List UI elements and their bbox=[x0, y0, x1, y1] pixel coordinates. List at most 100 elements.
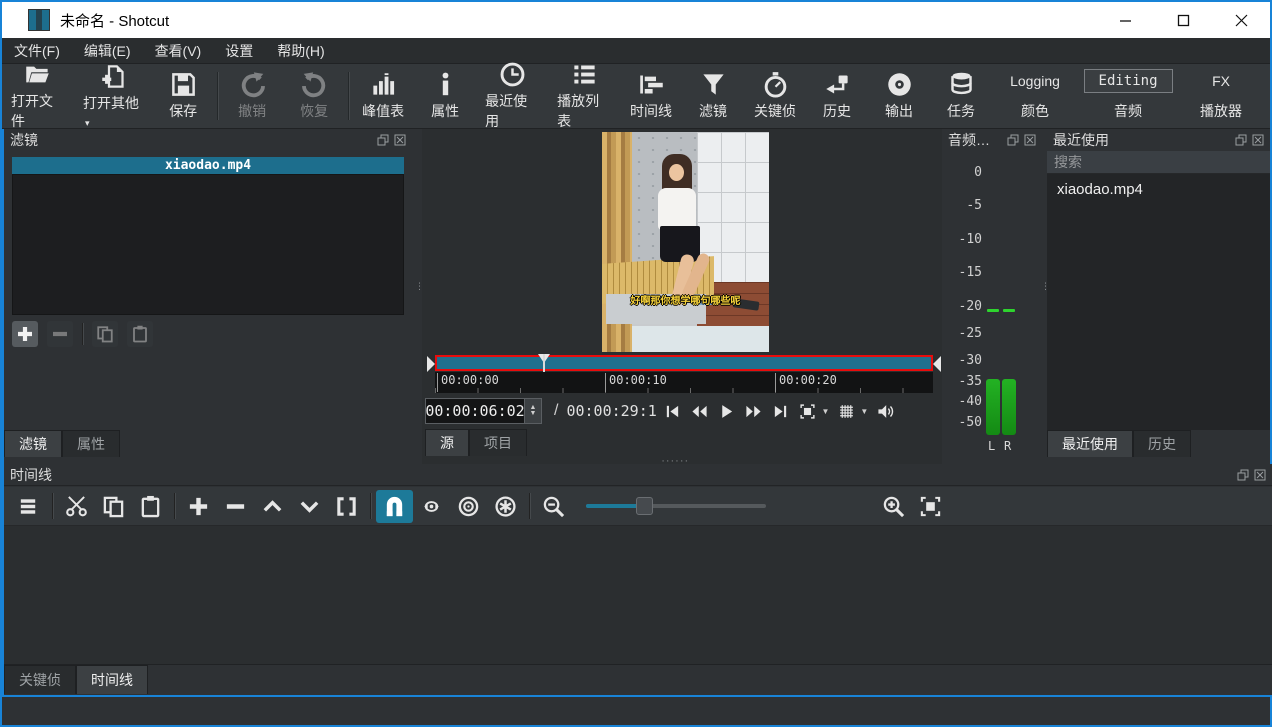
tab-project[interactable]: 项目 bbox=[469, 429, 527, 456]
layout-logging-button[interactable]: Logging bbox=[996, 70, 1074, 92]
plus-icon bbox=[17, 326, 33, 342]
paste-filters-button[interactable] bbox=[127, 321, 153, 347]
grid-button[interactable] bbox=[833, 398, 860, 424]
keyframes-button[interactable]: 关键侦 bbox=[744, 67, 806, 125]
tab-history[interactable]: 历史 bbox=[1133, 430, 1191, 457]
fast-forward-button[interactable] bbox=[740, 398, 767, 424]
skip-to-end-button[interactable] bbox=[767, 398, 794, 424]
search-input[interactable]: 搜索 bbox=[1047, 151, 1270, 174]
open-file-button[interactable]: 打开文件 bbox=[2, 57, 74, 135]
menu-view[interactable]: 查看(V) bbox=[143, 38, 214, 63]
close-panel-icon[interactable] bbox=[394, 134, 406, 146]
slider-handle[interactable] bbox=[636, 497, 653, 515]
open-other-button[interactable]: 打开其他▾ bbox=[74, 59, 152, 133]
menu-settings[interactable]: 设置 bbox=[213, 38, 265, 63]
meter-bar-left bbox=[986, 379, 1000, 435]
zoom-fit-player-button[interactable] bbox=[794, 398, 821, 424]
timeline-zoom-slider[interactable] bbox=[586, 504, 766, 508]
ripple-all-tracks-toggle[interactable] bbox=[487, 490, 524, 523]
scrub-while-dragging-toggle[interactable] bbox=[413, 490, 450, 523]
append-button[interactable] bbox=[180, 490, 217, 523]
snap-toggle[interactable] bbox=[376, 490, 413, 523]
app-icon bbox=[28, 9, 50, 31]
recent-button[interactable]: 最近使用 bbox=[476, 57, 548, 135]
history-button[interactable]: 历史 bbox=[806, 67, 868, 125]
ripple-toggle[interactable] bbox=[450, 490, 487, 523]
paste-button[interactable] bbox=[132, 490, 169, 523]
zoom-in-button[interactable] bbox=[875, 490, 912, 523]
player-time-ruler[interactable]: 00:00:00 00:00:10 00:00:20 bbox=[435, 372, 933, 393]
overwrite-button[interactable] bbox=[291, 490, 328, 523]
video-preview[interactable]: 好啊那你想学哪句哪些呢 bbox=[602, 132, 769, 352]
close-panel-icon[interactable] bbox=[1024, 134, 1036, 146]
skip-to-start-button[interactable] bbox=[659, 398, 686, 424]
playlist-button[interactable]: 播放列表 bbox=[548, 57, 620, 135]
position-timecode-input[interactable]: 00:00:06:02 bbox=[425, 398, 525, 424]
ripple-delete-button[interactable] bbox=[217, 490, 254, 523]
jobs-button[interactable]: 任务 bbox=[930, 67, 992, 125]
menu-help[interactable]: 帮助(H) bbox=[265, 38, 336, 63]
cut-button[interactable] bbox=[58, 490, 95, 523]
undo-button[interactable]: 撤销 bbox=[221, 67, 283, 125]
minimize-button[interactable] bbox=[1096, 2, 1154, 38]
float-panel-icon[interactable] bbox=[377, 134, 389, 146]
timeline-button[interactable]: 时间线 bbox=[620, 67, 682, 125]
tab-source[interactable]: 源 bbox=[425, 429, 469, 456]
filters-button[interactable]: 滤镜 bbox=[682, 67, 744, 125]
timecode-spinner[interactable]: ▲▼ bbox=[525, 398, 542, 424]
float-panel-icon[interactable] bbox=[1237, 469, 1249, 481]
db-label: -50 bbox=[942, 415, 982, 430]
redo-button[interactable]: 恢复 bbox=[283, 67, 345, 125]
filter-list[interactable] bbox=[12, 174, 404, 315]
timeline-menu-button[interactable] bbox=[10, 490, 47, 523]
zoom-out-button[interactable] bbox=[535, 490, 572, 523]
list-item[interactable]: xiaodao.mp4 bbox=[1047, 174, 1270, 205]
peak-meter-button[interactable]: 峰值表 bbox=[352, 67, 414, 125]
volume-button[interactable] bbox=[872, 398, 899, 424]
save-button[interactable]: 保存 bbox=[152, 67, 214, 125]
playhead[interactable] bbox=[538, 354, 550, 363]
maximize-button[interactable] bbox=[1154, 2, 1212, 38]
undo-icon bbox=[239, 71, 266, 98]
split-button[interactable] bbox=[328, 490, 365, 523]
splitter-left[interactable]: ⋮ bbox=[412, 129, 422, 464]
tab-properties[interactable]: 属性 bbox=[62, 430, 120, 457]
layout-player-button[interactable]: 播放器 bbox=[1186, 98, 1256, 124]
tab-recent[interactable]: 最近使用 bbox=[1047, 430, 1133, 457]
tab-timeline[interactable]: 时间线 bbox=[76, 665, 148, 694]
play-button[interactable] bbox=[713, 398, 740, 424]
ruler-label: 00:00:10 bbox=[605, 373, 667, 392]
grid-dropdown-arrow-icon[interactable]: ▼ bbox=[860, 407, 868, 416]
player-scrubber[interactable] bbox=[435, 355, 933, 371]
copy-button[interactable] bbox=[95, 490, 132, 523]
layout-fx-button[interactable]: FX bbox=[1198, 70, 1244, 92]
tab-filters[interactable]: 滤镜 bbox=[4, 430, 62, 457]
hamburger-menu-icon bbox=[17, 495, 40, 518]
close-panel-icon[interactable] bbox=[1254, 469, 1266, 481]
copy-icon bbox=[102, 495, 125, 518]
layout-editing-button[interactable]: Editing bbox=[1084, 69, 1173, 93]
trim-out-handle[interactable] bbox=[933, 356, 941, 372]
copy-filters-button[interactable] bbox=[92, 321, 118, 347]
meter-bar-right bbox=[1002, 379, 1016, 435]
zoom-dropdown-arrow-icon[interactable]: ▼ bbox=[821, 407, 829, 416]
timeline-tracks-area[interactable] bbox=[4, 526, 1272, 664]
add-filter-button[interactable] bbox=[12, 321, 38, 347]
toolbar-separator bbox=[174, 493, 175, 519]
bottom-tab-bar: 关键侦 时间线 bbox=[4, 664, 1272, 697]
layout-color-button[interactable]: 颜色 bbox=[1007, 98, 1063, 124]
rewind-button[interactable] bbox=[686, 398, 713, 424]
layout-audio-button[interactable]: 音频 bbox=[1100, 98, 1156, 124]
close-panel-icon[interactable] bbox=[1252, 134, 1264, 146]
lift-button[interactable] bbox=[254, 490, 291, 523]
tab-keyframes[interactable]: 关键侦 bbox=[4, 665, 76, 694]
close-button[interactable] bbox=[1212, 2, 1270, 38]
properties-button[interactable]: 属性 bbox=[414, 67, 476, 125]
playlist-icon bbox=[571, 61, 598, 88]
zoom-fit-timeline-button[interactable] bbox=[912, 490, 949, 523]
float-panel-icon[interactable] bbox=[1235, 134, 1247, 146]
trim-in-handle[interactable] bbox=[427, 356, 435, 372]
float-panel-icon[interactable] bbox=[1007, 134, 1019, 146]
remove-filter-button[interactable] bbox=[47, 321, 73, 347]
export-button[interactable]: 输出 bbox=[868, 67, 930, 125]
